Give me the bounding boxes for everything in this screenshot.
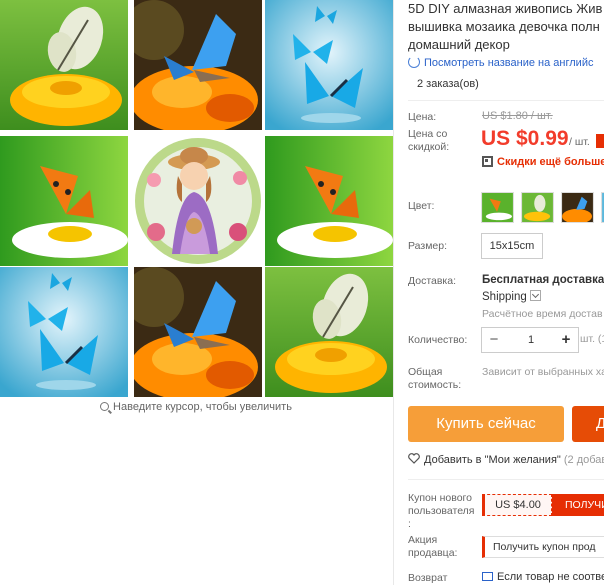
wishlist-text: Добавить в "Мои желания" — [424, 454, 561, 466]
gallery-tile-white-butterfly[interactable] — [0, 0, 128, 130]
chevron-down-icon — [529, 290, 541, 301]
discount-price-label: Цена со скидкой: — [408, 128, 449, 154]
wishlist-count: (2 добав — [563, 454, 604, 466]
gallery-tile-girl-portrait[interactable] — [134, 136, 262, 266]
product-image-gallery[interactable] — [0, 0, 393, 398]
color-swatch-orange-butterfly[interactable] — [481, 192, 514, 223]
translate-icon — [408, 56, 420, 68]
original-price: US $1.80 / шт. — [482, 110, 553, 122]
zoom-hint: Наведите курсор, чтобы увеличить — [0, 401, 392, 413]
gallery-tile-blue-butterflies-water[interactable] — [265, 0, 393, 130]
total-cost-label-line: Общая — [408, 366, 443, 378]
discount-price: US $0.99 — [481, 127, 569, 150]
new-user-coupon-label-line: пользователя — [408, 505, 475, 517]
return-policy-line: Если товар не соотве — [497, 571, 604, 583]
seller-promo-label-line: продавца: — [408, 547, 458, 559]
seller-promo-label-line: Акция — [408, 534, 438, 546]
buy-now-button[interactable]: Купить сейчас — [408, 406, 564, 442]
estimated-delivery-text: Расчётное время достав — [482, 308, 603, 320]
gallery-tile-blue-butterfly-orange-flower-2[interactable] — [134, 267, 262, 397]
add-to-cart-button[interactable]: Д — [572, 406, 604, 442]
zoom-hint-text: Наведите курсор, чтобы увеличить — [113, 401, 292, 413]
discount-price-label-line: Цена со — [408, 128, 448, 140]
qr-code-icon — [482, 156, 493, 167]
color-swatch-white-butterfly[interactable] — [521, 192, 554, 223]
color-swatch-blue-butterfly[interactable] — [561, 192, 594, 223]
product-title-line: вышивка мозаика девочка полн — [408, 19, 600, 34]
add-to-wishlist-link[interactable]: Добавить в "Мои желания" (2 добав — [408, 453, 604, 466]
quantity-label: Количество: — [408, 334, 468, 346]
total-cost-note: Зависит от выбранных хa — [482, 366, 604, 378]
new-user-coupon-amount: US $4.00 — [482, 494, 552, 516]
product-title-line: домашний декор — [408, 37, 510, 52]
product-title: 5D DIY алмазная живопись Жив вышивка моз… — [408, 0, 604, 54]
new-user-coupon-label-line: Купон нового — [408, 492, 472, 504]
shipping-label: Доставка: — [408, 275, 457, 287]
quantity-unit: шт. (1 — [580, 333, 604, 345]
gallery-tile-white-butterfly-2[interactable] — [265, 267, 393, 397]
free-shipping-text: Бесплатная доставка в — [482, 274, 604, 286]
gallery-tile-blue-butterfly-orange-flower[interactable] — [134, 0, 262, 130]
total-cost-label-line: стоимость: — [408, 379, 462, 391]
return-icon — [482, 572, 493, 581]
quantity-input[interactable]: 1 — [506, 328, 556, 352]
product-details-panel: 5D DIY алмазная живопись Жив вышивка моз… — [408, 0, 604, 585]
shipping-method-name: Shipping — [482, 291, 527, 303]
shipping-method-selector[interactable]: Shipping — [482, 290, 541, 303]
app-discount-link[interactable]: Скидки ещё больше в — [482, 156, 604, 168]
size-option-15x15[interactable]: 15x15cm — [481, 233, 543, 259]
price-unit: / шт. — [569, 136, 590, 148]
panel-divider — [393, 0, 394, 585]
total-cost-label: Общая стоимость: — [408, 366, 461, 392]
get-seller-coupon-button[interactable]: Получить купон прод — [482, 536, 604, 558]
price-label: Цена: — [408, 111, 437, 123]
seller-promo-label: Акция продавца: — [408, 534, 457, 560]
divider — [408, 479, 604, 480]
gallery-tile-orange-butterfly-daisy[interactable] — [0, 136, 128, 266]
return-label: Возврат — [408, 572, 448, 584]
quantity-increase-button[interactable]: + — [554, 328, 578, 352]
quantity-decrease-button[interactable]: − — [482, 328, 506, 352]
view-english-title-link[interactable]: Посмотреть название на английс — [408, 56, 593, 69]
discount-badge — [596, 134, 604, 148]
quantity-stepper: − 1 + — [481, 327, 579, 353]
color-label: Цвет: — [408, 200, 435, 212]
heart-icon — [408, 453, 420, 464]
return-policy-text: Если товар не соотве — [482, 571, 604, 583]
size-label: Размер: — [408, 240, 448, 252]
discount-price-label-line: скидкой: — [408, 141, 450, 153]
new-user-coupon-label: Купон нового пользователя : — [408, 492, 475, 531]
magnifier-icon — [100, 402, 110, 411]
divider — [408, 100, 604, 101]
get-new-user-coupon-button[interactable]: ПОЛУЧИ — [552, 494, 604, 516]
view-english-title-text: Посмотреть название на английс — [424, 57, 594, 69]
orders-count: 2 заказа(ов) — [417, 78, 479, 90]
app-discount-text: Скидки ещё больше в — [497, 156, 604, 168]
gallery-tile-blue-butterflies-water-2[interactable] — [0, 267, 128, 397]
gallery-tile-orange-butterfly-daisy-2[interactable] — [265, 136, 393, 266]
new-user-coupon-label-line: : — [408, 518, 411, 530]
product-title-line: 5D DIY алмазная живопись Жив — [408, 1, 603, 16]
